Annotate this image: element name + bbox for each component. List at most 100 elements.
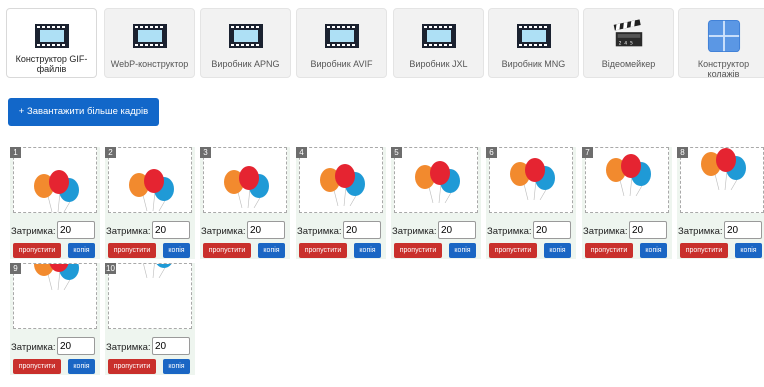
- copy-button[interactable]: копія: [640, 243, 667, 258]
- frame-thumbnail[interactable]: [108, 263, 192, 329]
- frame-card: 5 Затримка: пропустити копія: [391, 147, 481, 259]
- delay-input[interactable]: [629, 221, 667, 239]
- film-strip-icon: [228, 24, 263, 48]
- delay-input[interactable]: [724, 221, 762, 239]
- frame-thumbnail[interactable]: [108, 147, 192, 213]
- tab-label: Конструктор GIF-файлів: [15, 54, 88, 74]
- delay-input[interactable]: [343, 221, 381, 239]
- tool-tabs: Конструктор GIF-файлів WebP-конструктор …: [0, 0, 764, 82]
- frame-thumbnail[interactable]: [13, 263, 97, 329]
- tab-label: Виробник JXL: [409, 59, 468, 69]
- upload-more-frames-button[interactable]: + Завантажити більше кадрів: [8, 98, 159, 126]
- frame-number: 7: [582, 147, 593, 158]
- tab-label: Конструктор колажів: [697, 59, 750, 79]
- skip-button[interactable]: пропустити: [299, 243, 347, 258]
- balloons-image: [34, 170, 79, 212]
- frame-number: 5: [391, 147, 402, 158]
- frame-number: 4: [296, 147, 307, 158]
- skip-button[interactable]: пропустити: [394, 243, 442, 258]
- delay-label: Затримка:: [106, 226, 151, 237]
- tab-webp-maker[interactable]: WebP-конструктор: [104, 8, 195, 78]
- film-strip-icon: [132, 24, 167, 48]
- frame-thumbnail[interactable]: [680, 147, 764, 213]
- frame-thumbnail[interactable]: [585, 147, 669, 213]
- skip-button[interactable]: пропустити: [108, 243, 156, 258]
- film-strip-icon: [421, 24, 456, 48]
- delay-label: Затримка:: [583, 226, 628, 237]
- tab-mng-maker[interactable]: Виробник MNG: [488, 8, 579, 78]
- skip-button[interactable]: пропустити: [680, 243, 728, 258]
- copy-button[interactable]: копія: [735, 243, 762, 258]
- tab-gif-maker[interactable]: Конструктор GIF-файлів: [6, 8, 97, 78]
- delay-input[interactable]: [152, 337, 190, 355]
- tab-video-maker[interactable]: 2 4 5 Відеомейкер: [583, 8, 674, 78]
- frame-thumbnail[interactable]: [299, 147, 383, 213]
- balloons-image: [701, 148, 746, 190]
- skip-button[interactable]: пропустити: [489, 243, 537, 258]
- balloons-image: [320, 164, 365, 206]
- delay-input[interactable]: [247, 221, 285, 239]
- skip-button[interactable]: пропустити: [585, 243, 633, 258]
- frame-card: 6 Затримка: пропустити копія: [486, 147, 576, 259]
- frame-card: 9 Затримка: пропустити копія: [10, 263, 100, 375]
- balloons-image: [143, 264, 172, 278]
- balloons-image: [415, 161, 460, 203]
- frame-number: 6: [486, 147, 497, 158]
- copy-button[interactable]: копія: [163, 243, 190, 258]
- frame-card: 8 Затримка: пропустити копія: [677, 147, 764, 259]
- frame-thumbnail[interactable]: [489, 147, 573, 213]
- delay-input[interactable]: [438, 221, 476, 239]
- tab-label: Виробник MNG: [501, 59, 566, 69]
- delay-label: Затримка:: [678, 226, 723, 237]
- balloons-image: [606, 154, 651, 196]
- tab-collage-maker[interactable]: Конструктор колажів: [678, 8, 764, 79]
- skip-button[interactable]: пропустити: [108, 359, 156, 374]
- balloons-image: [34, 264, 79, 290]
- copy-button[interactable]: копія: [163, 359, 190, 374]
- delay-label: Затримка:: [201, 226, 246, 237]
- delay-input[interactable]: [152, 221, 190, 239]
- frame-card: 10 Затримка: пропустити копія: [105, 263, 195, 375]
- skip-button[interactable]: пропустити: [13, 243, 61, 258]
- film-strip-icon: [324, 24, 359, 48]
- film-strip-icon: [34, 24, 69, 48]
- tab-label: WebP-конструктор: [110, 59, 189, 69]
- frame-card: 1 Затримка: пропустити копія: [10, 147, 100, 259]
- copy-button[interactable]: копія: [354, 243, 381, 258]
- frame-number: 1: [10, 147, 21, 158]
- tab-avif-maker[interactable]: Виробник AVIF: [296, 8, 387, 78]
- skip-button[interactable]: пропустити: [13, 359, 61, 374]
- collage-grid-icon: [707, 19, 740, 53]
- frame-thumbnail[interactable]: [203, 147, 287, 213]
- copy-button[interactable]: копія: [258, 243, 285, 258]
- tab-apng-maker[interactable]: Виробник APNG: [200, 8, 291, 78]
- tab-jxl-maker[interactable]: Виробник JXL: [393, 8, 484, 78]
- frame-thumbnail[interactable]: [394, 147, 478, 213]
- delay-label: Затримка:: [106, 342, 151, 353]
- frame-card: 7 Затримка: пропустити копія: [582, 147, 672, 259]
- frame-number: 9: [10, 263, 21, 274]
- delay-input[interactable]: [533, 221, 571, 239]
- delay-label: Затримка:: [11, 226, 56, 237]
- frame-number: 2: [105, 147, 116, 158]
- delay-input[interactable]: [57, 337, 95, 355]
- frame-card: 4 Затримка: пропустити копія: [296, 147, 386, 259]
- frame-thumbnail[interactable]: [13, 147, 97, 213]
- delay-input[interactable]: [57, 221, 95, 239]
- frame-card: 3 Затримка: пропустити копія: [200, 147, 290, 259]
- tab-label: Виробник APNG: [211, 59, 280, 69]
- copy-button[interactable]: копія: [449, 243, 476, 258]
- frame-number: 10: [105, 263, 116, 274]
- svg-text:2 4 5: 2 4 5: [618, 40, 632, 46]
- copy-button[interactable]: копія: [68, 359, 95, 374]
- skip-button[interactable]: пропустити: [203, 243, 251, 258]
- copy-button[interactable]: копія: [68, 243, 95, 258]
- copy-button[interactable]: копія: [544, 243, 571, 258]
- delay-label: Затримка:: [297, 226, 342, 237]
- tab-label: Відеомейкер: [601, 59, 656, 69]
- delay-label: Затримка:: [11, 342, 56, 353]
- balloons-image: [129, 169, 174, 211]
- frame-number: 3: [200, 147, 211, 158]
- balloons-image: [510, 158, 555, 200]
- tab-label: Виробник AVIF: [310, 59, 373, 69]
